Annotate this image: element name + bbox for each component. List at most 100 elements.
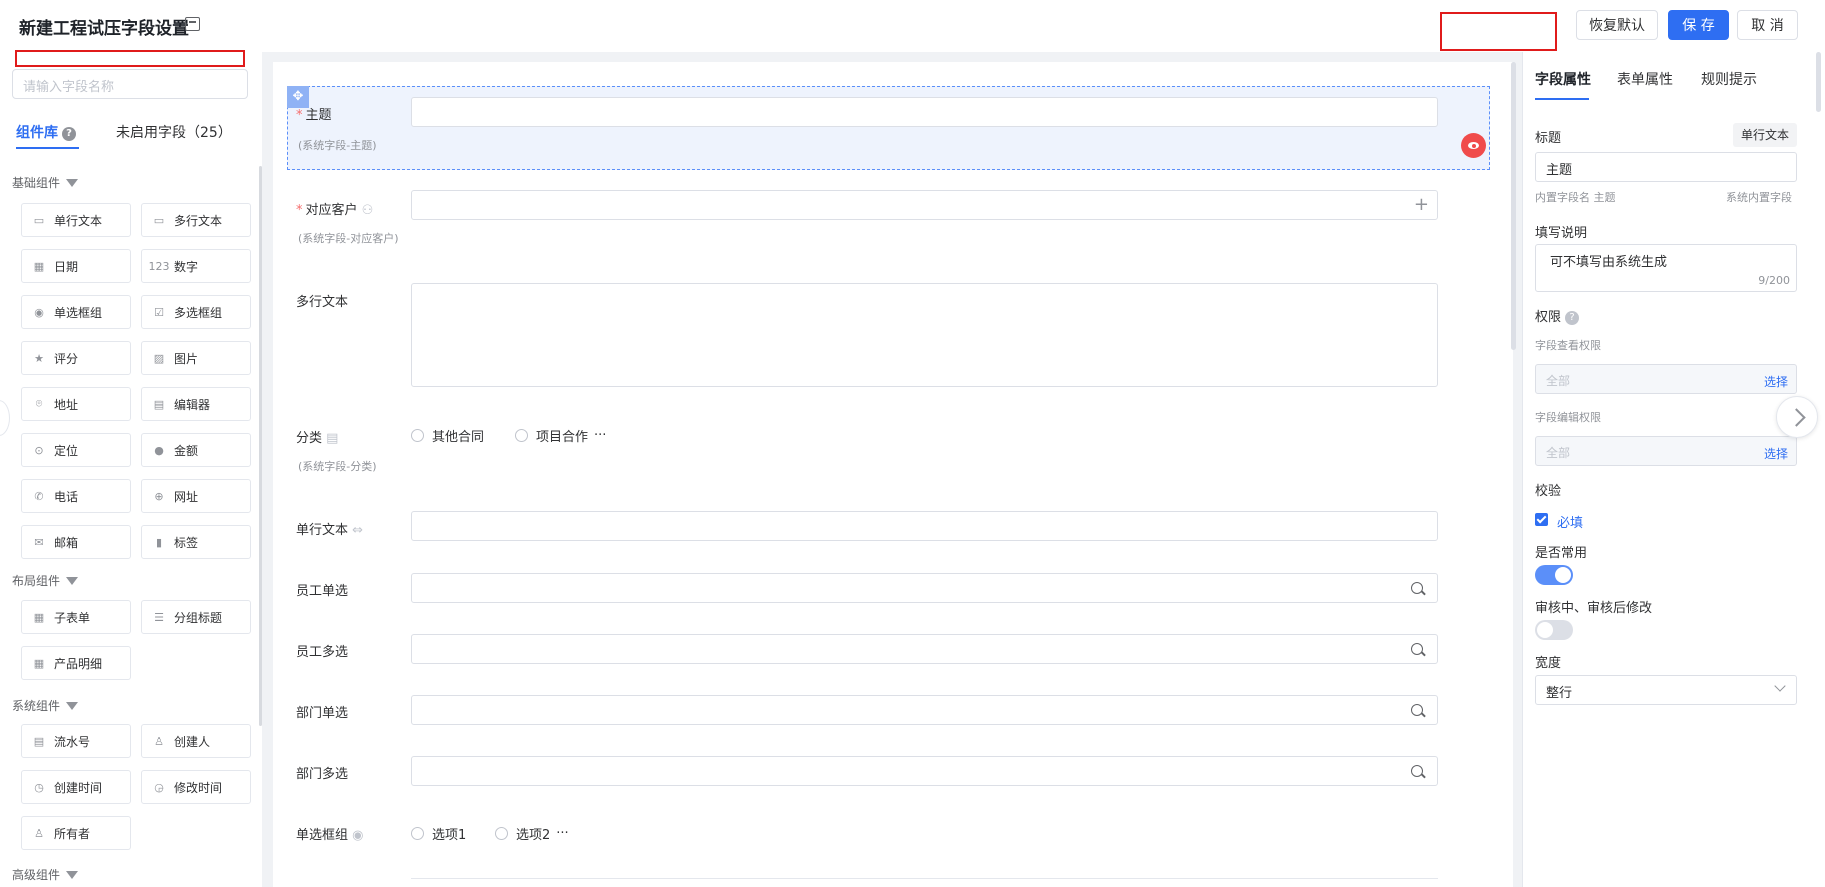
radio-circle [495,827,508,840]
right-scrollbar[interactable] [1816,52,1821,112]
globe-icon: ⊕ [154,489,164,503]
collapse-icon [66,702,79,710]
multiline-textarea[interactable] [411,283,1438,387]
section-basic[interactable]: 基础组件 [12,174,79,191]
more-options[interactable]: ··· [556,826,568,841]
single-line-input[interactable] [411,511,1438,541]
settings-icon: ◉ [352,828,364,843]
view-permission-select-link[interactable]: 选择 [1764,373,1788,390]
label-text: 单行文本 [296,523,349,538]
label-text: 权限 [1535,310,1562,325]
component-phone[interactable]: ✆ 电话 [21,479,131,513]
radio-circle [411,827,424,840]
required-label[interactable]: 必填 [1557,512,1583,531]
component-label: 产品明细 [54,656,103,671]
employee-multi-input[interactable] [411,634,1438,664]
component-editor[interactable]: ▤ 编辑器 [141,387,251,421]
permission-label: 权限? [1535,306,1580,325]
canvas-scrollbar[interactable] [1511,62,1516,350]
component-money[interactable]: ● 金额 [141,433,251,467]
employee-single-input[interactable] [411,573,1438,603]
radio-option-2[interactable]: 选项2 ··· [495,824,569,843]
title-input[interactable]: 主题 [1535,152,1797,182]
label-text: 主题 [305,108,332,123]
add-icon[interactable]: + [1414,194,1429,215]
tab-rule-hints[interactable]: 规则提示 [1701,69,1757,89]
search-icon[interactable] [1411,704,1423,716]
component-address[interactable]: ⌾ 地址 [21,387,131,421]
page-title: 新建工程试压字段设置 [19,19,189,39]
tab-component-library[interactable]: 组件库? [16,122,76,142]
save-button[interactable]: 保 存 [1668,10,1729,40]
customer-input[interactable]: + [411,190,1438,220]
system-builtin-label: 系统内置字段 [1726,191,1792,204]
char-count: 9/200 [1758,274,1790,287]
view-permission-input[interactable]: 全部 [1535,364,1797,394]
component-image[interactable]: ▨ 图片 [141,341,251,375]
component-email[interactable]: ✉ 邮箱 [21,525,131,559]
tab-field-properties[interactable]: 字段属性 [1535,69,1591,89]
component-label: 编辑器 [174,397,211,412]
component-single-line[interactable]: ▭ 单行文本 [21,203,131,237]
audit-edit-toggle[interactable] [1535,620,1573,640]
component-owner[interactable]: ♙ 所有者 [21,816,131,850]
field-hint: (系统字段-主题) [298,139,377,152]
tab-unused-fields[interactable]: 未启用字段（25） [116,122,232,142]
component-radio-group[interactable]: ◉ 单选框组 [21,295,131,329]
section-advanced[interactable]: 高级组件 [12,866,79,883]
component-subform[interactable]: ▦ 子表单 [21,600,131,634]
layout-icon[interactable] [185,17,200,31]
field-label-employee-single: 员工单选 [296,584,349,599]
component-serial[interactable]: ▤ 流水号 [21,724,131,758]
component-url[interactable]: ⊕ 网址 [141,479,251,513]
toggle-knob [1555,567,1571,583]
dept-multi-input[interactable] [411,756,1438,786]
edit-permission-select-link[interactable]: 选择 [1764,445,1788,462]
label-text: 分类 [296,431,323,446]
common-use-toggle[interactable] [1535,565,1573,585]
component-label: 评分 [54,351,79,366]
cancel-button[interactable]: 取 消 [1737,10,1798,40]
more-options[interactable]: ··· [594,428,606,443]
help-icon[interactable]: ? [1565,311,1580,325]
highlight-box [1440,12,1557,51]
star-icon: ★ [34,351,44,365]
component-rating[interactable]: ★ 评分 [21,341,131,375]
edit-permission-input[interactable]: 全部 [1535,436,1797,466]
component-multi-line[interactable]: ▭ 多行文本 [141,203,251,237]
component-product-detail[interactable]: ▦ 产品明细 [21,646,131,680]
radio-other-contract[interactable]: 其他合同 [411,426,484,445]
restore-default-button[interactable]: 恢复默认 [1576,10,1658,40]
search-icon[interactable] [1411,643,1423,655]
search-icon[interactable] [1411,582,1423,594]
component-locate[interactable]: ⊙ 定位 [21,433,131,467]
subject-input[interactable] [411,97,1438,127]
dept-single-input[interactable] [411,695,1438,725]
field-search-input[interactable]: 请输入字段名称 [12,69,248,99]
radio-project-coop[interactable]: 项目合作 ··· [515,426,606,445]
help-icon[interactable]: ? [62,127,76,141]
user-icon: ♙ [34,826,44,840]
component-creator[interactable]: ♙ 创建人 [141,724,251,758]
component-tag[interactable]: ▮ 标签 [141,525,251,559]
width-select[interactable]: 整行 [1535,675,1797,705]
title-label: 标题 [1535,131,1562,146]
component-create-time[interactable]: ◷ 创建时间 [21,770,131,804]
search-icon[interactable] [1411,765,1423,777]
section-system[interactable]: 系统组件 [12,697,79,714]
required-checkbox[interactable] [1535,513,1548,526]
chevron-right-icon[interactable] [1776,396,1818,438]
component-modify-time[interactable]: ◶ 修改时间 [141,770,251,804]
section-layout[interactable]: 布局组件 [12,572,79,589]
radio-option-1[interactable]: 选项1 [411,824,466,843]
radio-circle [515,429,528,442]
visibility-eye-icon[interactable] [1461,133,1486,158]
component-date[interactable]: ▦ 日期 [21,249,131,283]
component-checkbox-group[interactable]: ☑ 多选框组 [141,295,251,329]
option-label: 其他合同 [432,430,485,445]
tab-form-properties[interactable]: 表单属性 [1617,69,1673,89]
description-textarea[interactable]: 可不填写由系统生成 9/200 [1535,244,1797,292]
editor-icon: ▤ [153,397,165,411]
component-number[interactable]: 123 数字 [141,249,251,283]
component-group-title[interactable]: ☰ 分组标题 [141,600,251,634]
